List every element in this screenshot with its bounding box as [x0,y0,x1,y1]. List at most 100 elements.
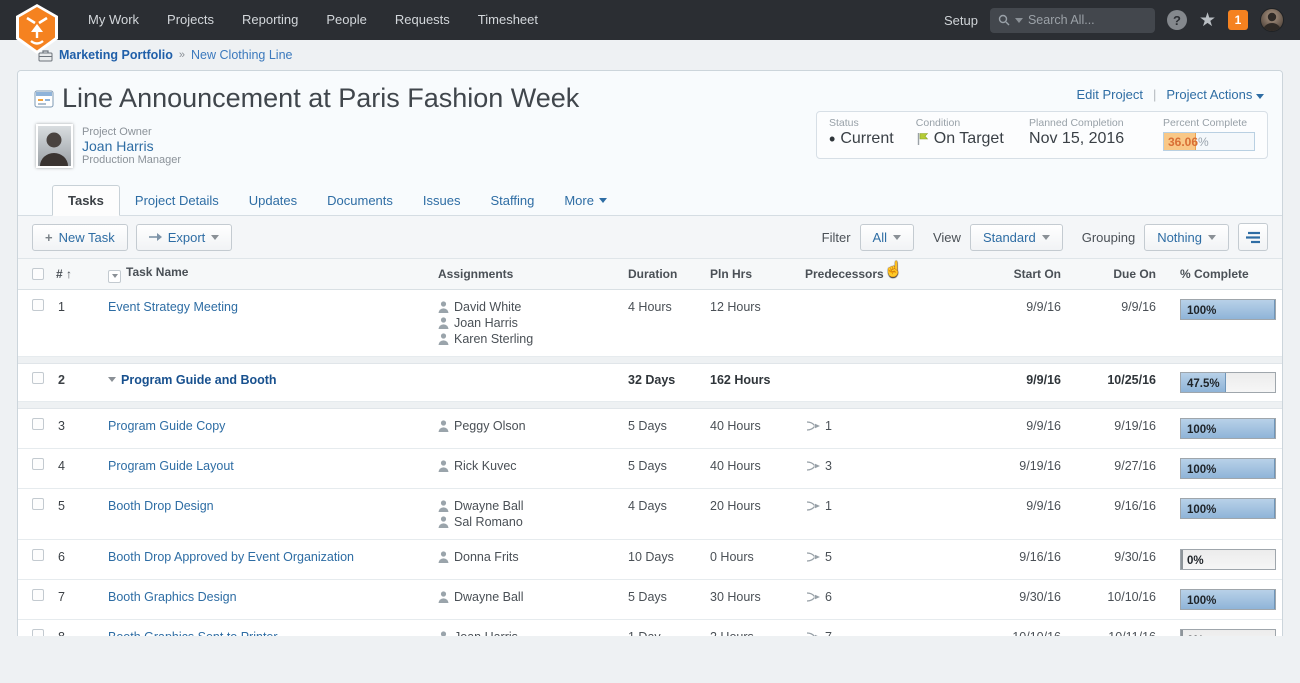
nav-item-people[interactable]: People [312,0,380,40]
breadcrumb-current-link[interactable]: New Clothing Line [191,48,292,62]
assignee-name[interactable]: Sal Romano [454,514,523,530]
assignee-name[interactable]: Donna Frits [454,549,519,565]
duration-cell: 5 Days [624,589,706,605]
row-checkbox[interactable] [32,299,44,311]
column-header-task-name[interactable]: Task Name [104,265,434,283]
tab-more[interactable]: More [549,186,622,215]
task-name-link[interactable]: Program Guide Layout [108,459,234,473]
favorites-star-icon[interactable]: ★ [1199,9,1216,32]
column-header-number[interactable]: # ↑ [52,267,104,281]
filter-dropdown[interactable]: All [860,224,914,251]
predecessor[interactable]: 3 [805,458,982,474]
row-checkbox[interactable] [32,589,44,601]
owner-name-link[interactable]: Joan Harris [82,139,181,153]
column-header-start-on[interactable]: Start On [986,267,1081,281]
assignee-name[interactable]: Peggy Olson [454,418,526,434]
predecessor[interactable]: 6 [805,589,982,605]
percent-complete-bar[interactable]: 100% [1180,418,1276,439]
assignee-name[interactable]: Karen Sterling [454,331,533,347]
tab-updates[interactable]: Updates [234,186,312,215]
assignee-name[interactable]: Joan Harris [454,629,518,637]
column-header-percent-complete[interactable]: % Complete [1176,267,1282,281]
percent-complete-bar[interactable]: 47.5% [1180,372,1276,393]
user-avatar[interactable] [1260,8,1284,32]
table-row: 2Program Guide and Booth32 Days162 Hours… [18,364,1282,402]
percent-complete-bar[interactable]: 100% [1180,458,1276,479]
notification-badge[interactable]: 1 [1228,10,1248,30]
column-header-duration[interactable]: Duration [624,267,706,281]
assignee-name[interactable]: Rick Kuvec [454,458,517,474]
row-checkbox[interactable] [32,372,44,384]
project-actions-menu[interactable]: Project Actions [1166,87,1264,102]
status-value: Current [840,130,893,148]
row-checkbox[interactable] [32,418,44,430]
percent-complete-bar[interactable]: 100% [1180,589,1276,610]
collapse-caret-icon[interactable] [108,377,116,382]
task-name-cell: Program Guide and Booth [104,372,434,388]
row-checkbox-cell [18,629,52,637]
assignee-name[interactable]: David White [454,299,521,315]
task-name-link[interactable]: Event Strategy Meeting [108,300,238,314]
tab-documents[interactable]: Documents [312,186,408,215]
percent-complete-bar[interactable]: 0% [1180,549,1276,570]
task-name-link[interactable]: Booth Drop Approved by Event Organizatio… [108,550,354,564]
breadcrumb-portfolio-link[interactable]: Marketing Portfolio [59,48,173,62]
column-header-due-on[interactable]: Due On [1081,267,1176,281]
view-dropdown[interactable]: Standard [970,224,1063,251]
primary-nav: My WorkProjectsReportingPeopleRequestsTi… [74,0,552,40]
select-all-checkbox[interactable] [32,268,44,280]
tab-staffing[interactable]: Staffing [475,186,549,215]
workfront-logo[interactable] [14,3,60,55]
new-task-button[interactable]: + New Task [32,224,128,251]
task-name-link[interactable]: Booth Graphics Design [108,590,237,604]
nav-item-my-work[interactable]: My Work [74,0,153,40]
percent-complete-bar[interactable]: 0% [1180,629,1276,637]
task-name-link[interactable]: Booth Drop Design [108,499,214,513]
setup-link[interactable]: Setup [944,13,978,28]
row-checkbox[interactable] [32,458,44,470]
tab-project-details[interactable]: Project Details [120,186,234,215]
column-header-predecessors[interactable]: Predecessors [801,267,986,281]
row-checkbox[interactable] [32,498,44,510]
due-on-cell: 9/30/16 [1081,549,1176,565]
predecessor[interactable]: 1 [805,498,982,514]
tab-tasks[interactable]: Tasks [52,185,120,216]
help-icon[interactable]: ? [1167,10,1187,30]
nav-item-timesheet[interactable]: Timesheet [464,0,552,40]
task-name-link[interactable]: Program Guide and Booth [121,373,277,387]
owner-avatar[interactable] [36,124,73,168]
task-name-link[interactable]: Program Guide Copy [108,419,225,433]
tab-label: Documents [327,193,393,208]
task-name-link[interactable]: Booth Graphics Sent to Printer [108,630,278,637]
percent-complete-bar[interactable]: 100% [1180,498,1276,519]
export-button[interactable]: Export [136,224,233,251]
column-header-assignments[interactable]: Assignments [434,267,624,281]
row-checkbox[interactable] [32,549,44,561]
nav-item-reporting[interactable]: Reporting [228,0,312,40]
global-search-input[interactable]: Search All... [990,8,1155,33]
predecessor[interactable]: 1 [805,418,982,434]
assignee-name[interactable]: Dwayne Ball [454,498,523,514]
assignee: Dwayne Ball [438,589,620,605]
predecessor[interactable]: 5 [805,549,982,565]
percent-complete-field[interactable]: 36.06% [1163,132,1255,151]
percent-complete-bar[interactable]: 100% [1180,299,1276,320]
tab-issues[interactable]: Issues [408,186,476,215]
column-menu-caret-icon[interactable] [108,270,121,283]
edit-project-link[interactable]: Edit Project [1077,87,1143,102]
assignee-name[interactable]: Dwayne Ball [454,589,523,605]
search-scope-caret-icon[interactable] [1015,18,1023,23]
assignee-name[interactable]: Joan Harris [454,315,518,331]
duration-cell: 5 Days [624,458,706,474]
nav-item-requests[interactable]: Requests [381,0,464,40]
task-number: 7 [52,589,104,605]
grouping-dropdown[interactable]: Nothing [1144,224,1229,251]
tab-label: Staffing [490,193,534,208]
outline-view-button[interactable] [1238,223,1268,251]
assignee: Joan Harris [438,629,620,637]
predecessor-cell: 3 [801,458,986,474]
row-checkbox[interactable] [32,629,44,637]
nav-item-projects[interactable]: Projects [153,0,228,40]
column-header-pln-hrs[interactable]: Pln Hrs [706,267,801,281]
predecessor[interactable]: 7 [805,629,982,637]
